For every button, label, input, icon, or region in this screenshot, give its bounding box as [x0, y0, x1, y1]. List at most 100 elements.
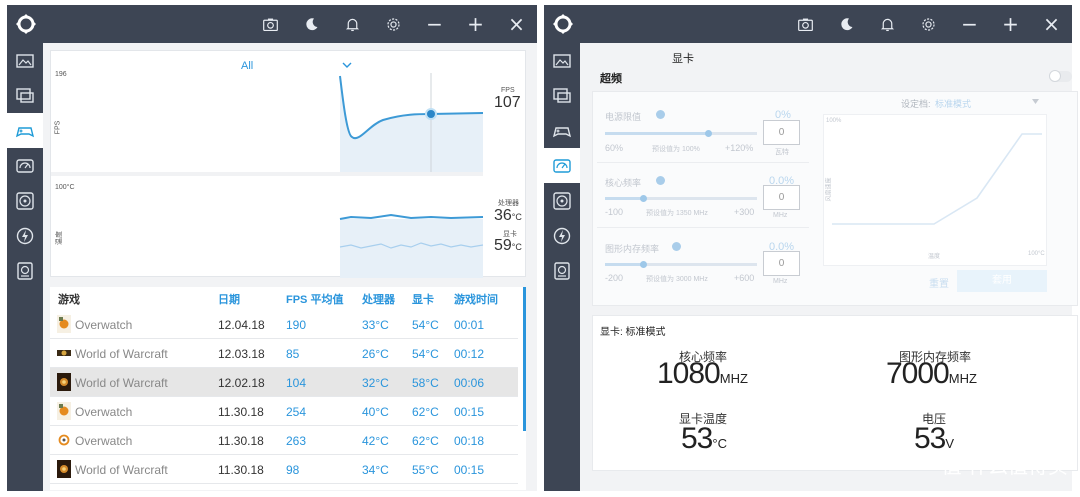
memory-clock-unit: MHz — [773, 278, 788, 285]
overclock-toggle[interactable] — [1049, 70, 1072, 82]
speedometer-icon — [553, 158, 571, 173]
notifications-button[interactable] — [867, 5, 908, 43]
sidebar-item-games[interactable] — [544, 113, 580, 148]
sidebar-item-fan[interactable] — [7, 183, 43, 218]
gamepad-icon — [552, 126, 572, 137]
game-date: 12.02.18 — [218, 376, 265, 390]
gear-icon — [922, 17, 935, 31]
table-row[interactable]: Overwatch 11.30.18 254 40°C 62°C 00:15 — [50, 397, 518, 426]
world-of-warcraft-icon — [57, 344, 71, 362]
sidebar-item-gallery[interactable] — [544, 43, 580, 78]
game-fps: 263 — [286, 434, 307, 448]
table-row[interactable]: World of Warcraft 11.30.18 98 34°C 55°C … — [50, 455, 518, 484]
close-button[interactable]: × — [496, 5, 537, 43]
game-fps: 98 — [286, 463, 300, 477]
column-header-date[interactable]: 日期 — [218, 291, 240, 307]
overwatch-icon — [57, 315, 71, 333]
screenshot-button[interactable] — [250, 5, 291, 43]
maximize-button[interactable]: + — [455, 5, 496, 43]
sidebar-item-games[interactable] — [7, 113, 43, 148]
power-limit-unit: 瓦特 — [775, 149, 789, 156]
settings-button[interactable] — [373, 5, 414, 43]
sidebar-item-overclock[interactable] — [544, 148, 580, 183]
core-clock-stat-value: 1080MHZ — [657, 357, 748, 390]
notifications-button[interactable] — [332, 5, 373, 43]
sidebar-item-storage[interactable] — [544, 253, 580, 288]
sidebar-item-system[interactable] — [7, 78, 43, 113]
gamepad-icon — [15, 126, 35, 137]
fps-line-chart — [51, 73, 484, 278]
info-icon — [672, 242, 681, 251]
app-logo-icon — [16, 14, 36, 34]
sidebar-item-overclock[interactable] — [7, 148, 43, 183]
game-date: 11.30.18 — [218, 463, 264, 477]
column-header-fps[interactable]: FPS 平均值 — [286, 291, 343, 307]
power-limit-knob[interactable] — [705, 130, 713, 137]
gpu-status-panel: 显卡: 标准模式 核心频率 1080MHZ 图形内存频率 7000MHZ 显卡温… — [592, 315, 1078, 471]
chevron-down-icon[interactable] — [1032, 99, 1039, 104]
close-button[interactable]: × — [1031, 5, 1072, 43]
core-clock-input[interactable]: 0 — [763, 185, 800, 210]
overwatch-icon — [57, 402, 71, 420]
power-limit-input[interactable]: 0 — [763, 120, 800, 145]
column-header-playtime[interactable]: 游戏时间 — [454, 291, 498, 307]
camera-icon — [263, 18, 278, 31]
fps-area-fill — [340, 76, 483, 172]
memory-clock-knob[interactable] — [640, 261, 647, 268]
table-scrollbar[interactable] — [523, 287, 526, 431]
column-header-gpu[interactable]: 显卡 — [412, 291, 434, 307]
moon-icon — [306, 17, 318, 30]
sidebar-item-power[interactable] — [544, 218, 580, 253]
table-row[interactable]: World of Warcraft 12.03.18 85 26°C 54°C … — [50, 339, 518, 368]
sidebar-item-fan[interactable] — [544, 183, 580, 218]
moon-icon — [841, 17, 853, 30]
core-clock-knob[interactable] — [640, 195, 647, 202]
screenshot-button[interactable] — [785, 5, 826, 43]
minimize-button[interactable]: − — [414, 5, 455, 43]
memory-clock-label: 图形内存频率 — [605, 244, 660, 254]
main-content: All 196 FPS FPS 107 100°C 温度 处理器 36°C 显卡 — [43, 43, 537, 491]
reset-button[interactable]: 重置 — [929, 275, 949, 290]
table-row[interactable]: Overwatch 12.04.18 190 33°C 54°C 00:01 — [50, 310, 518, 339]
apply-button[interactable]: 套用 — [957, 270, 1047, 292]
theme-button[interactable] — [826, 5, 867, 43]
settings-button[interactable] — [908, 5, 949, 43]
divider — [597, 227, 809, 228]
temp-axis-label: 温度 — [56, 231, 63, 245]
theme-button[interactable] — [291, 5, 332, 43]
game-name: Overwatch — [75, 405, 133, 419]
minimize-button[interactable]: − — [949, 5, 990, 43]
sidebar-item-system[interactable] — [544, 78, 580, 113]
table-body: Overwatch 12.04.18 190 33°C 54°C 00:01 W… — [50, 310, 526, 490]
fps-cursor-point — [425, 108, 437, 120]
apply-button-label: 套用 — [992, 275, 1012, 286]
sidebar-item-storage[interactable] — [7, 253, 43, 288]
game-gpu-temp: 54°C — [412, 347, 439, 361]
table-row-selected[interactable]: World of Warcraft 12.02.18 104 32°C 58°C… — [50, 368, 518, 397]
core-clock-unit: MHz — [773, 212, 788, 219]
page-title: 显卡 — [672, 53, 694, 65]
gpu-status-title: 显卡: 标准模式 — [600, 327, 666, 338]
column-header-game[interactable]: 游戏 — [58, 291, 80, 307]
fan-icon — [553, 191, 571, 210]
sidebar-item-power[interactable] — [7, 218, 43, 253]
fan-icon — [16, 191, 34, 210]
speedometer-icon — [16, 158, 34, 173]
table-row[interactable]: Overwatch 11.30.18 263 42°C 62°C 00:18 — [50, 426, 518, 455]
world-of-warcraft-icon — [57, 460, 71, 478]
game-fps: 85 — [286, 347, 300, 361]
memory-clock-input[interactable]: 0 — [763, 251, 800, 276]
sidebar — [7, 43, 43, 491]
monitor-icon — [553, 87, 571, 103]
game-playtime: 00:06 — [454, 376, 485, 390]
game-date: 11.30.18 — [218, 405, 264, 419]
sidebar-item-gallery[interactable] — [7, 43, 43, 78]
game-playtime: 00:01 — [454, 318, 485, 332]
maximize-button[interactable]: + — [990, 5, 1031, 43]
power-limit-min: 60% — [605, 143, 624, 153]
column-header-cpu[interactable]: 处理器 — [362, 291, 395, 307]
profile-select[interactable]: 标准模式 — [935, 97, 971, 110]
sidebar — [544, 43, 580, 491]
disk-icon — [554, 261, 570, 280]
lightning-icon — [553, 227, 571, 244]
